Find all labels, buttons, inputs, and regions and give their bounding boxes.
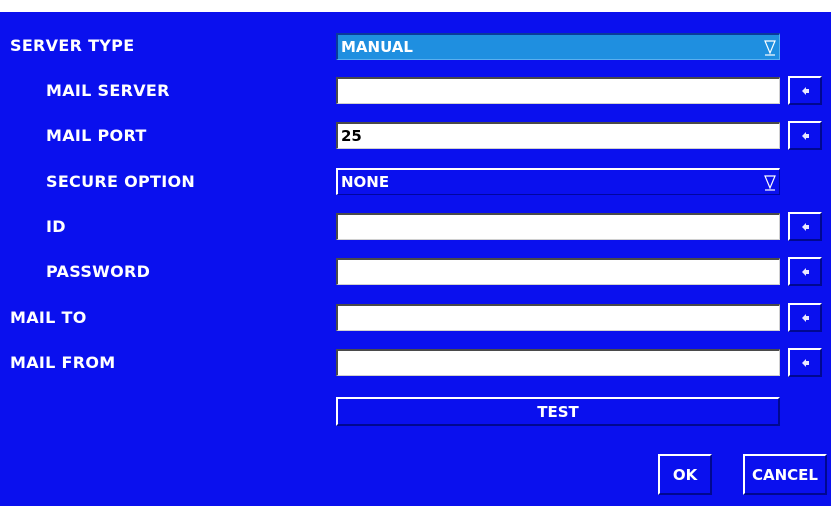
password-keyboard-button[interactable] [788, 257, 822, 286]
secure-option-label: SECURE OPTION [46, 172, 196, 191]
mail-port-keyboard-button[interactable] [788, 121, 822, 150]
chevron-down-icon [764, 40, 776, 56]
cancel-button[interactable]: CANCEL [743, 454, 827, 495]
keyboard-icon [802, 358, 809, 367]
test-button[interactable]: TEST [336, 397, 780, 426]
server-type-value: MANUAL [341, 38, 413, 56]
mail-to-label: MAIL TO [10, 308, 87, 327]
secure-option-dropdown[interactable]: NONE [336, 168, 780, 195]
ok-button[interactable]: OK [658, 454, 712, 495]
server-type-dropdown[interactable]: MANUAL [336, 33, 780, 60]
password-label: PASSWORD [46, 262, 151, 281]
email-settings-panel: SERVER TYPE MANUAL MAIL SERVER MAIL PORT… [0, 12, 831, 506]
id-field[interactable] [336, 213, 780, 240]
mail-from-field[interactable] [336, 349, 780, 376]
keyboard-icon [802, 86, 809, 95]
mail-from-label: MAIL FROM [10, 353, 116, 372]
mail-from-keyboard-button[interactable] [788, 348, 822, 377]
password-field[interactable] [336, 258, 780, 285]
keyboard-icon [802, 267, 809, 276]
mail-server-field[interactable] [336, 77, 780, 104]
server-type-label: SERVER TYPE [10, 36, 135, 55]
mail-server-keyboard-button[interactable] [788, 76, 822, 105]
mail-port-label: MAIL PORT [46, 126, 147, 145]
secure-option-value: NONE [341, 173, 390, 191]
keyboard-icon [802, 313, 809, 322]
mail-to-field[interactable] [336, 304, 780, 331]
keyboard-icon [802, 131, 809, 140]
id-keyboard-button[interactable] [788, 212, 822, 241]
chevron-down-icon [764, 175, 776, 191]
id-label: ID [46, 217, 66, 236]
mail-port-field[interactable]: 25 [336, 122, 780, 149]
mail-to-keyboard-button[interactable] [788, 303, 822, 332]
keyboard-icon [802, 222, 809, 231]
mail-server-label: MAIL SERVER [46, 81, 170, 100]
